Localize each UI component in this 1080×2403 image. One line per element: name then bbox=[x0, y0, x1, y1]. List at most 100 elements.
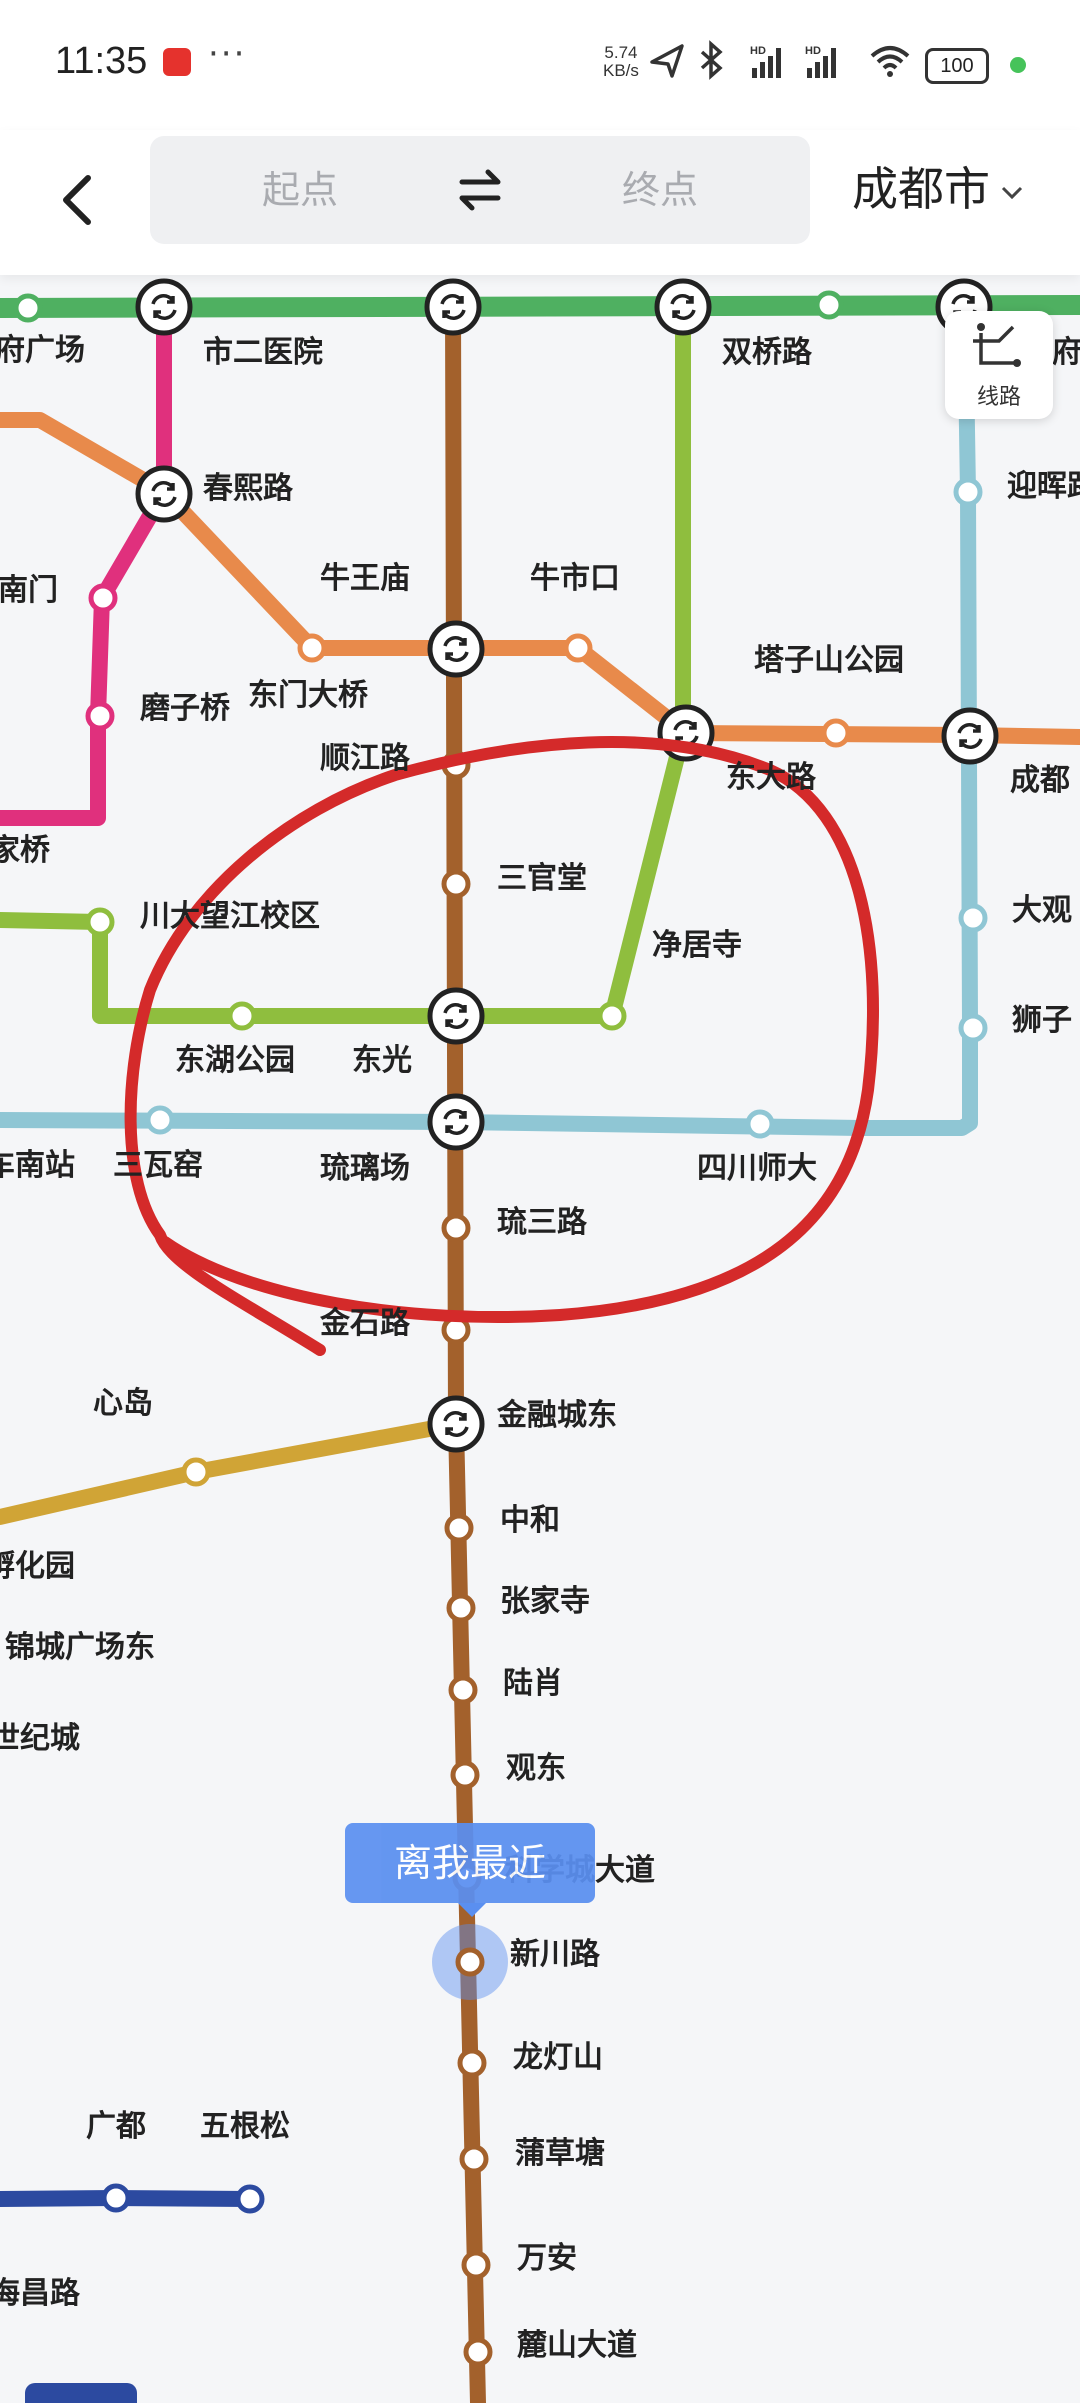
station-node bbox=[145, 1105, 175, 1135]
back-icon[interactable] bbox=[48, 160, 108, 240]
station-label: 四川师大 bbox=[697, 1151, 817, 1186]
station-node bbox=[745, 1109, 775, 1139]
station-node bbox=[450, 1760, 480, 1790]
station-label: 新川路 bbox=[510, 1937, 601, 1972]
station-label: 南门 bbox=[0, 573, 58, 608]
transfer-station-icon bbox=[424, 278, 482, 336]
station-label: 锦城广场东 bbox=[5, 1630, 155, 1665]
more-icon: ··· bbox=[208, 34, 247, 74]
city-selector[interactable]: 成都市 bbox=[852, 154, 1024, 224]
station-node bbox=[597, 1001, 627, 1031]
app-notification-icon bbox=[163, 48, 191, 76]
line-button-label: 线路 bbox=[976, 385, 1021, 410]
station-label: 金融城东 bbox=[496, 1398, 617, 1433]
location-arrow-icon bbox=[650, 44, 684, 78]
station-label: 成都 bbox=[1010, 763, 1070, 798]
nearest-station-tooltip[interactable]: 离我最近 bbox=[345, 1823, 595, 1903]
end-point-input[interactable]: 终点 bbox=[510, 136, 810, 244]
station-label: 市二医院 bbox=[203, 335, 323, 370]
station-label: 观东 bbox=[506, 1751, 566, 1786]
transfer-station-icon bbox=[427, 1395, 485, 1453]
station-label: 川大望江校区 bbox=[140, 899, 320, 934]
station-label: 孵化园 bbox=[0, 1549, 75, 1584]
station-label: 三官堂 bbox=[497, 861, 587, 896]
hd-signal-icon: HD bbox=[750, 45, 781, 78]
status-time: 11:35 bbox=[55, 40, 148, 82]
station-label: 东大路 bbox=[726, 760, 817, 795]
station-label: 家桥 bbox=[0, 833, 50, 868]
station-node bbox=[13, 293, 43, 323]
swap-icon[interactable] bbox=[450, 164, 510, 216]
net-speed: 5.74 KB/s bbox=[603, 44, 639, 80]
hd-signal-icon: HD bbox=[805, 45, 836, 78]
station-node bbox=[441, 869, 471, 899]
transfer-station-icon bbox=[427, 620, 485, 678]
station-label: 府广场 bbox=[0, 333, 85, 368]
station-label: 东光 bbox=[352, 1043, 412, 1078]
station-node bbox=[446, 1593, 476, 1623]
wifi-icon bbox=[870, 46, 910, 77]
station-label: 琉三路 bbox=[497, 1205, 588, 1240]
station-labels: 府广场 市二医院 双桥路 府 春熙路 迎晖路 南门 牛王庙 牛市口 磨子桥 东门… bbox=[0, 333, 1080, 2363]
station-node bbox=[821, 718, 851, 748]
station-node bbox=[444, 1513, 474, 1543]
svg-text:HD: HD bbox=[750, 45, 766, 57]
station-node bbox=[441, 1213, 471, 1243]
station-label: 顺江路 bbox=[320, 741, 411, 776]
metro-map-canvas[interactable]: 府广场 市二医院 双桥路 府 春熙路 迎晖路 南门 牛王庙 牛市口 磨子桥 东门… bbox=[0, 275, 1080, 2403]
station-node bbox=[958, 903, 988, 933]
station-node bbox=[958, 1013, 988, 1043]
station-label: 麓山大道 bbox=[517, 2328, 637, 2363]
status-bar: 11:35 ··· 5.74 KB/s HD HD 100 bbox=[0, 0, 1080, 130]
line-gold bbox=[0, 1416, 464, 1525]
bluetooth-icon bbox=[700, 40, 723, 80]
station-node bbox=[448, 1675, 478, 1705]
station-label: 塔子山公园 bbox=[754, 643, 904, 678]
bottom-line-tab[interactable] bbox=[25, 2383, 137, 2403]
station-label: 三瓦窑 bbox=[113, 1148, 203, 1183]
transfer-station-icon bbox=[654, 278, 712, 336]
station-label: 狮子 bbox=[1012, 1003, 1072, 1038]
metro-map[interactable]: 府广场 市二医院 双桥路 府 春熙路 迎晖路 南门 牛王庙 牛市口 磨子桥 东门… bbox=[0, 275, 1080, 2403]
station-node bbox=[88, 583, 118, 613]
transfer-station-icon bbox=[941, 707, 999, 765]
station-label: 广都 bbox=[86, 2109, 146, 2144]
station-node bbox=[463, 2337, 493, 2367]
station-node bbox=[953, 477, 983, 507]
station-node bbox=[461, 2250, 491, 2280]
station-label: 东门大桥 bbox=[248, 678, 368, 713]
transfer-station-icon bbox=[135, 465, 193, 523]
start-point-input[interactable]: 起点 bbox=[150, 136, 450, 244]
station-label: 陆肖 bbox=[503, 1666, 563, 1701]
station-label: 中和 bbox=[500, 1503, 560, 1538]
route-input-box: 起点 终点 bbox=[150, 136, 810, 244]
svg-text:HD: HD bbox=[805, 45, 821, 57]
station-label: 磨子桥 bbox=[140, 691, 230, 726]
station-node bbox=[459, 2144, 489, 2174]
station-label: 东湖公园 bbox=[175, 1043, 295, 1078]
station-label: 世纪城 bbox=[0, 1721, 80, 1756]
battery-status-dot bbox=[1010, 57, 1026, 73]
station-node bbox=[457, 2048, 487, 2078]
station-label: 牛市口 bbox=[530, 561, 620, 596]
station-node bbox=[235, 2184, 265, 2214]
station-label: 心岛 bbox=[93, 1386, 153, 1421]
station-label: 府 bbox=[1052, 335, 1080, 370]
transfer-station-icon bbox=[427, 1093, 485, 1151]
line-brown bbox=[445, 297, 486, 2403]
city-name: 成都市 bbox=[852, 162, 990, 216]
station-node bbox=[85, 701, 115, 731]
station-label: 牛王庙 bbox=[320, 561, 410, 596]
station-label: 龙灯山 bbox=[513, 2040, 603, 2075]
station-label: 琉璃场 bbox=[320, 1151, 410, 1186]
line-toggle-button[interactable]: 线路 bbox=[945, 311, 1053, 419]
station-label: 金石路 bbox=[319, 1306, 411, 1341]
station-node bbox=[181, 1457, 211, 1487]
station-node bbox=[814, 290, 844, 320]
transfer-station-icon bbox=[427, 987, 485, 1045]
chevron-down-icon bbox=[1001, 186, 1023, 199]
line-route-icon bbox=[973, 323, 1021, 367]
station-node bbox=[85, 907, 115, 937]
net-speed-unit: KB/s bbox=[603, 61, 639, 80]
station-label: 大观 bbox=[1012, 893, 1072, 928]
